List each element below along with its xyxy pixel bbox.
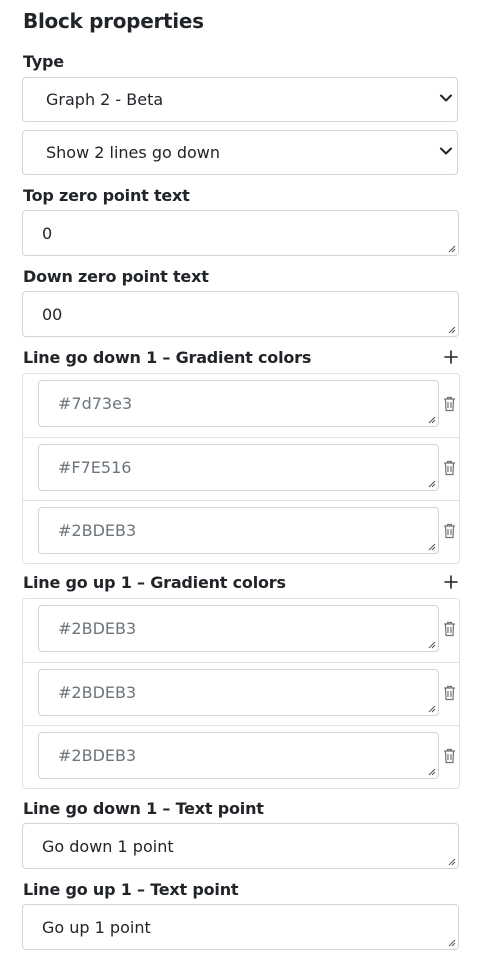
down-zero-label: Down zero point text	[23, 267, 209, 286]
text-up-input[interactable]: Go up 1 point	[22, 904, 459, 950]
plus-icon[interactable]	[443, 349, 459, 365]
resize-grip-icon[interactable]	[446, 856, 456, 866]
gradient-up-label: Line go up 1 – Gradient colors	[23, 573, 286, 592]
color-input[interactable]: #F7E516	[38, 444, 439, 491]
chevron-down-icon	[440, 147, 452, 155]
top-zero-input[interactable]: 0	[22, 210, 459, 256]
color-value: #2BDEB3	[58, 683, 137, 702]
type-select-value: Graph 2 - Beta	[46, 90, 164, 109]
variant-select[interactable]: Show 2 lines go down	[22, 130, 458, 175]
trash-icon[interactable]	[443, 523, 456, 539]
resize-grip-icon[interactable]	[446, 324, 456, 334]
trash-icon[interactable]	[443, 748, 456, 764]
down-zero-input[interactable]: 00	[22, 291, 459, 337]
gradient-down-list: #7d73e3 #F7E516 #2BDEB3	[22, 373, 460, 564]
variant-select-value: Show 2 lines go down	[46, 143, 221, 162]
trash-icon[interactable]	[443, 685, 456, 701]
color-value: #2BDEB3	[58, 619, 137, 638]
resize-grip-icon[interactable]	[426, 414, 436, 424]
type-select[interactable]: Graph 2 - Beta	[22, 77, 458, 122]
text-down-input[interactable]: Go down 1 point	[22, 823, 459, 869]
resize-grip-icon[interactable]	[426, 478, 436, 488]
gradient-down-label: Line go down 1 – Gradient colors	[23, 348, 312, 367]
color-input[interactable]: #2BDEB3	[38, 732, 439, 779]
resize-grip-icon[interactable]	[426, 766, 436, 776]
top-zero-label: Top zero point text	[23, 186, 190, 205]
color-input[interactable]: #2BDEB3	[38, 669, 439, 716]
color-input[interactable]: #2BDEB3	[38, 605, 439, 652]
plus-icon[interactable]	[443, 574, 459, 590]
resize-grip-icon[interactable]	[426, 639, 436, 649]
resize-grip-icon[interactable]	[426, 703, 436, 713]
text-up-label: Line go up 1 – Text point	[23, 880, 239, 899]
text-down-value: Go down 1 point	[42, 836, 174, 856]
panel-title: Block properties	[23, 9, 204, 33]
color-value: #7d73e3	[58, 394, 133, 413]
color-row: #7d73e3	[23, 374, 459, 437]
color-row: #2BDEB3	[23, 599, 459, 662]
color-row: #2BDEB3	[23, 500, 459, 563]
color-row: #F7E516	[23, 437, 459, 500]
color-input[interactable]: #2BDEB3	[38, 507, 439, 554]
type-label: Type	[23, 52, 64, 71]
text-down-label: Line go down 1 – Text point	[23, 799, 264, 818]
top-zero-value: 0	[42, 223, 53, 243]
trash-icon[interactable]	[443, 460, 456, 476]
resize-grip-icon[interactable]	[446, 243, 456, 253]
resize-grip-icon[interactable]	[446, 937, 456, 947]
color-value: #2BDEB3	[58, 746, 137, 765]
color-row: #2BDEB3	[23, 725, 459, 788]
color-value: #F7E516	[58, 458, 132, 477]
color-value: #2BDEB3	[58, 521, 137, 540]
color-row: #2BDEB3	[23, 662, 459, 725]
chevron-down-icon	[440, 94, 452, 102]
down-zero-value: 00	[42, 304, 63, 324]
text-up-value: Go up 1 point	[42, 917, 151, 937]
color-input[interactable]: #7d73e3	[38, 380, 439, 427]
gradient-up-list: #2BDEB3 #2BDEB3 #2BDEB3	[22, 598, 460, 789]
resize-grip-icon[interactable]	[426, 541, 436, 551]
trash-icon[interactable]	[443, 621, 456, 637]
trash-icon[interactable]	[443, 396, 456, 412]
